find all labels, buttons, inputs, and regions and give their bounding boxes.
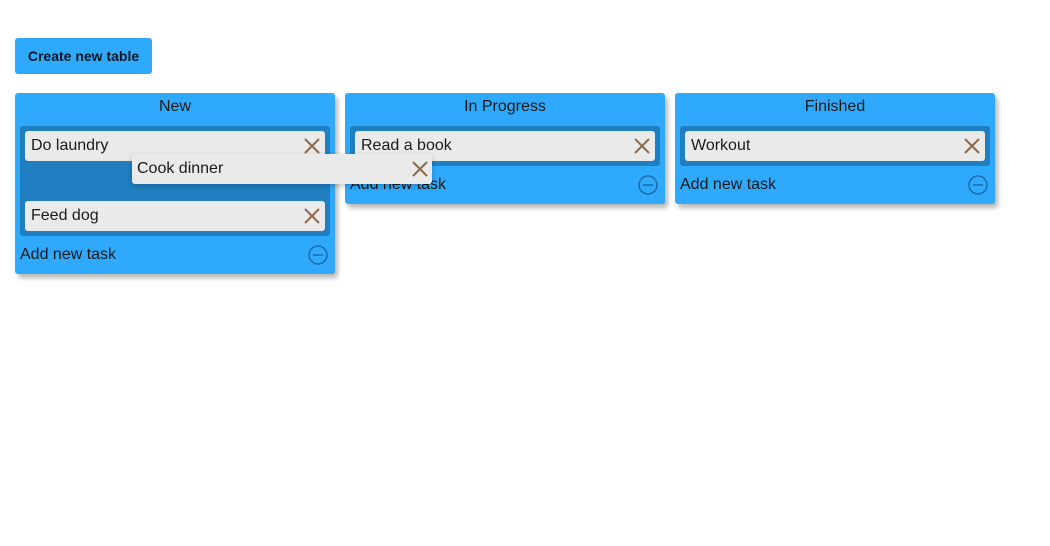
close-x-icon[interactable] [303, 207, 321, 225]
task-label: Read a book [361, 137, 452, 154]
board-finished: Finished Workout Add new task [675, 93, 995, 204]
task-card[interactable]: Feed dog [25, 201, 325, 231]
dragging-task-card[interactable]: Cook dinner [132, 154, 432, 184]
add-task-button[interactable]: Add new task [20, 246, 116, 264]
board-title: New [158, 98, 191, 115]
minus-circle-icon[interactable] [637, 174, 659, 196]
minus-circle-icon[interactable] [967, 174, 989, 196]
close-x-icon[interactable] [633, 137, 651, 155]
board-footer: Add new task [675, 166, 995, 204]
task-label: Feed dog [31, 207, 99, 224]
board-title: Finished [804, 98, 866, 115]
close-x-icon[interactable] [963, 137, 981, 155]
task-label: Workout [691, 137, 751, 154]
task-card[interactable]: Workout [685, 131, 985, 161]
create-table-button[interactable]: Create new table [15, 38, 152, 74]
task-label: Do laundry [31, 137, 109, 154]
board-footer: Add new task [15, 236, 335, 274]
task-label: Cook dinner [137, 160, 224, 177]
board-title: In Progress [464, 98, 546, 115]
close-x-icon[interactable] [411, 160, 429, 178]
close-x-icon[interactable] [303, 137, 321, 155]
add-task-button[interactable]: Add new task [680, 176, 776, 194]
minus-circle-icon[interactable] [307, 244, 329, 266]
board-in-progress: In Progress Read a book Add new task [345, 93, 665, 204]
task-list: Workout [680, 126, 990, 166]
